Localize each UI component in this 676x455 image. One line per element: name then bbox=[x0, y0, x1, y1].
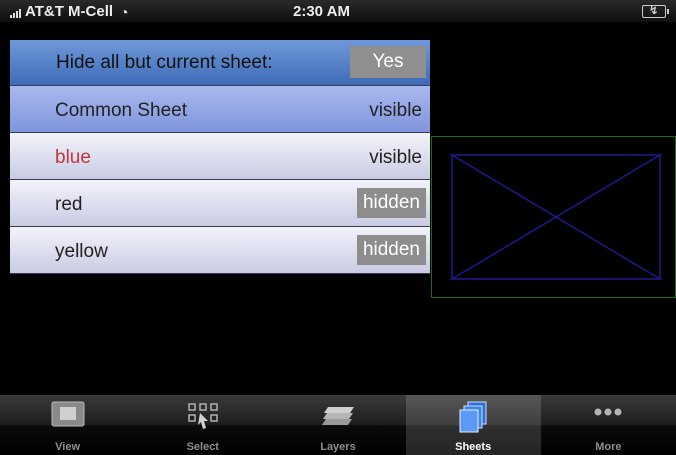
sheet-name: yellow bbox=[55, 241, 108, 262]
tab-label: Sheets bbox=[455, 441, 492, 453]
select-icon bbox=[188, 403, 218, 429]
sheet-name: red bbox=[55, 194, 83, 215]
tab-sheets[interactable]: Sheets bbox=[405, 395, 541, 455]
tab-select[interactable]: Select bbox=[135, 395, 270, 455]
sheet-visibility[interactable]: hidden bbox=[356, 235, 426, 265]
status-bar: AT&T M-Cell ◔ 2:30 AM ↯ bbox=[0, 0, 676, 22]
tab-label: View bbox=[55, 441, 81, 453]
more-icon bbox=[594, 408, 622, 416]
sheet-name: blue bbox=[55, 147, 91, 168]
tab-label: Select bbox=[186, 441, 219, 453]
tab-more[interactable]: More bbox=[541, 395, 676, 455]
view-icon bbox=[51, 401, 85, 427]
carrier-group: AT&T M-Cell ◔ bbox=[10, 3, 129, 20]
sheet-name: Common Sheet bbox=[55, 100, 188, 121]
sheet-row-yellow[interactable]: yellow hidden bbox=[10, 227, 430, 274]
carrier-label: AT&T M-Cell bbox=[25, 3, 114, 20]
wifi-icon: ◔ bbox=[120, 3, 129, 20]
tab-label: Layers bbox=[320, 441, 356, 453]
tab-bar: View Select Layers Sheets More bbox=[0, 395, 676, 455]
sheet-visibility[interactable]: hidden bbox=[356, 188, 426, 218]
clock: 2:30 AM bbox=[293, 3, 350, 20]
hide-all-row: Hide all but current sheet: Yes bbox=[10, 40, 430, 86]
hide-all-label: Hide all but current sheet: bbox=[56, 52, 273, 73]
drawing-preview[interactable] bbox=[431, 136, 676, 298]
layers-icon bbox=[321, 407, 354, 425]
tab-view[interactable]: View bbox=[0, 395, 135, 455]
sheets-icon bbox=[459, 401, 487, 433]
sheet-visibility[interactable]: visible bbox=[369, 147, 422, 169]
sheet-row-blue[interactable]: blue visible bbox=[10, 133, 430, 180]
hide-all-toggle[interactable]: Yes bbox=[350, 46, 426, 78]
sheet-visibility[interactable]: visible bbox=[369, 100, 422, 122]
preview-drawing bbox=[449, 154, 663, 280]
sheets-list: Hide all but current sheet: Yes Common S… bbox=[10, 40, 430, 274]
tab-label: More bbox=[595, 441, 622, 453]
sheet-row-red[interactable]: red hidden bbox=[10, 180, 430, 227]
signal-icon bbox=[10, 6, 21, 18]
sheet-row-common[interactable]: Common Sheet visible bbox=[10, 86, 430, 133]
battery-icon: ↯ bbox=[642, 5, 669, 18]
tab-layers[interactable]: Layers bbox=[270, 395, 405, 455]
